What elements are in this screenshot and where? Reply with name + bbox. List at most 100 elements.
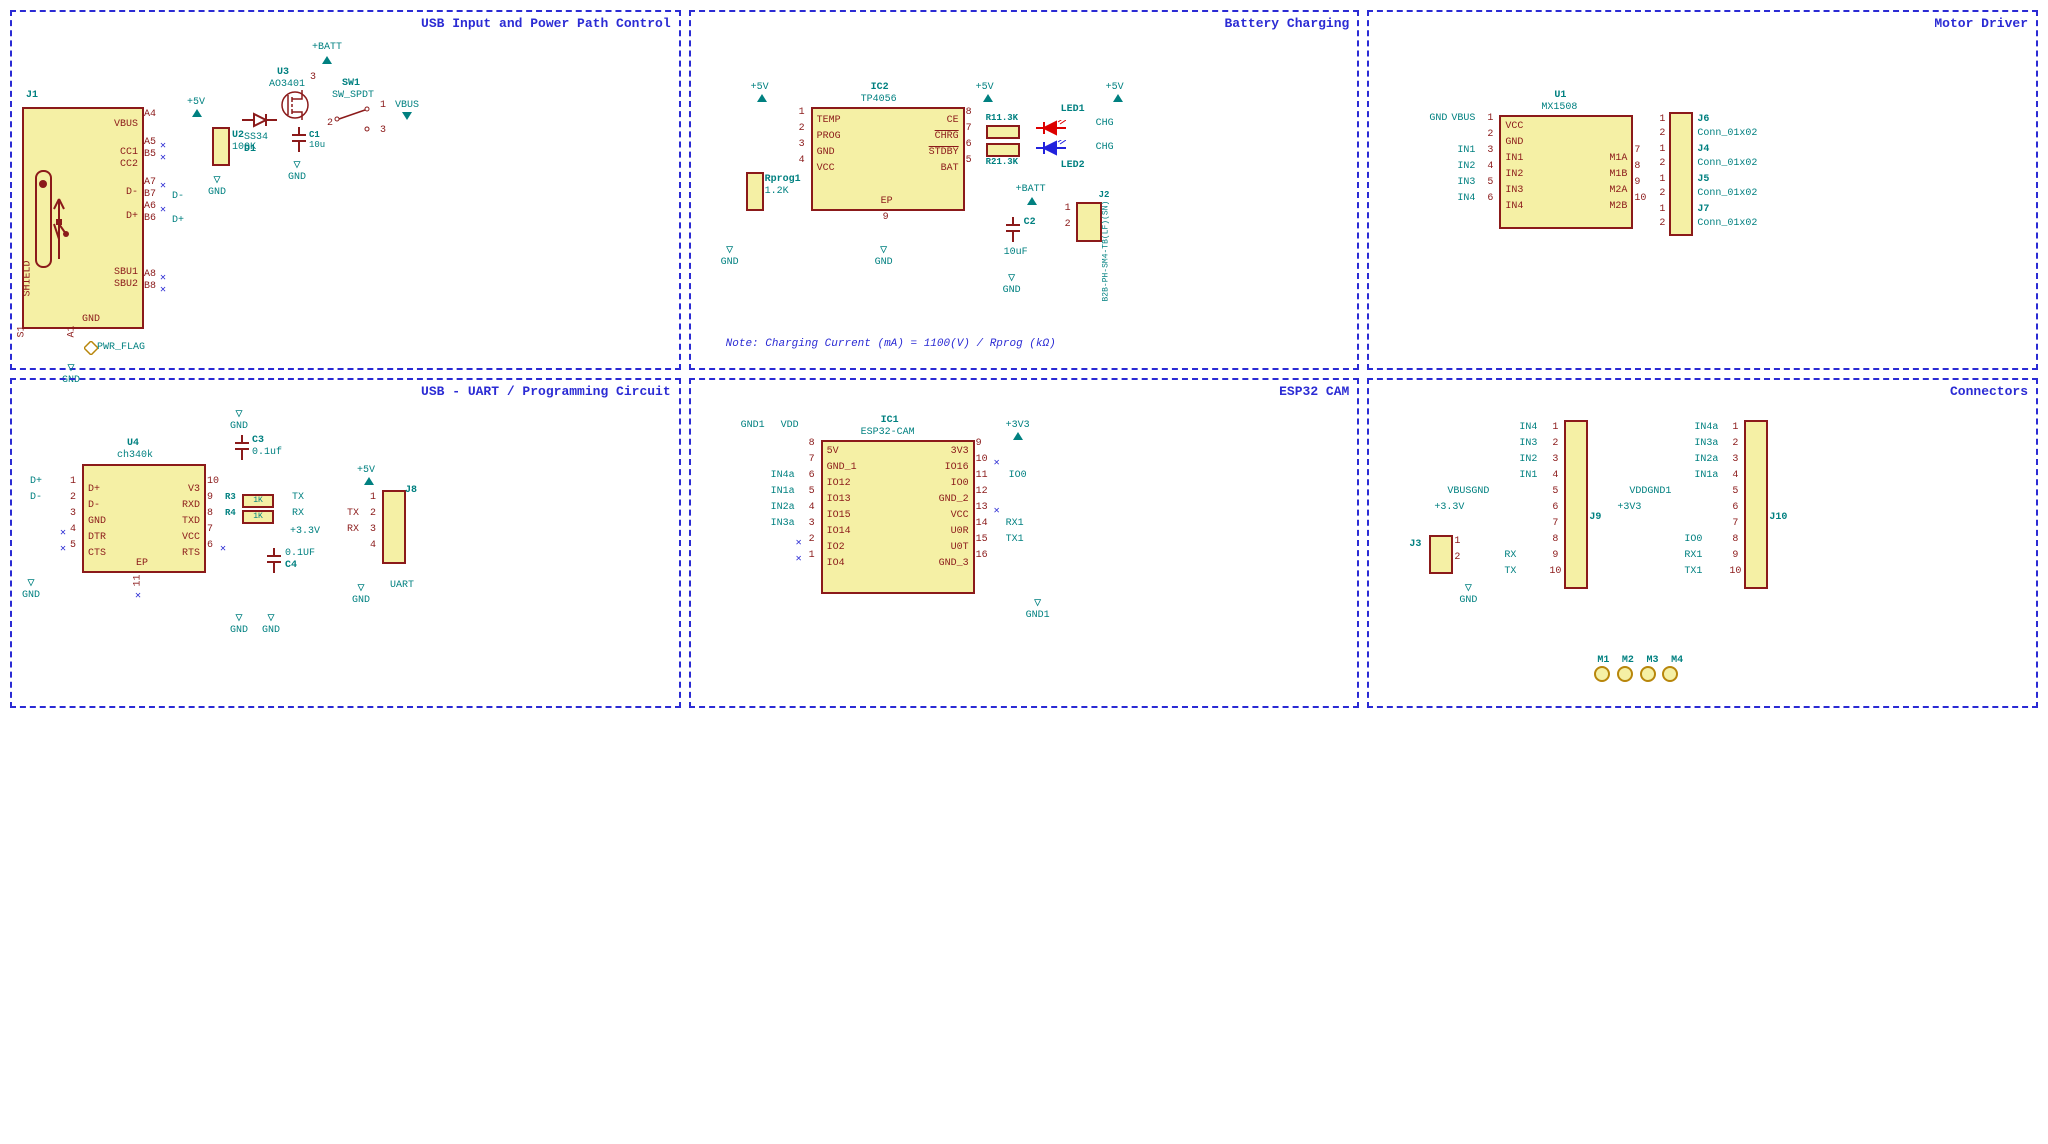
pn: 5 bbox=[809, 486, 815, 497]
p: IO4 bbox=[827, 558, 845, 569]
block-title: Motor Driver bbox=[1934, 16, 2028, 31]
pn: 1 bbox=[1659, 174, 1665, 185]
component-R2 bbox=[986, 143, 1020, 157]
block-esp32: ESP32 CAM IC1 ESP32-CAM 5V GND_1 IO12 IO… bbox=[689, 378, 1360, 708]
net: RX bbox=[1504, 550, 1516, 561]
block-usb-input: USB Input and Power Path Control J1 VBUS… bbox=[10, 10, 681, 370]
component-J9 bbox=[1564, 420, 1588, 589]
val-SW1: SW_SPDT bbox=[332, 90, 374, 101]
ref-J1: J1 bbox=[26, 90, 38, 101]
pn: 3 bbox=[1487, 145, 1493, 156]
pn: 2 bbox=[809, 534, 815, 545]
ref-R3: R3 bbox=[225, 492, 236, 502]
component-U2 bbox=[212, 127, 230, 166]
pn-a1: A1 bbox=[67, 325, 78, 337]
pin-dm: D- bbox=[126, 187, 138, 198]
pn1: 1 bbox=[799, 107, 805, 118]
net-5v: +5V bbox=[976, 82, 994, 93]
net-gnd: GND bbox=[1429, 113, 1447, 124]
power-arrow-icon bbox=[322, 56, 332, 64]
p-in1: IN1 bbox=[1505, 153, 1523, 164]
mount-pad-icon bbox=[1617, 666, 1633, 682]
led-icon bbox=[1036, 120, 1066, 136]
ref-LED2: LED2 bbox=[1061, 160, 1085, 171]
gnd-symbol: GND bbox=[1003, 270, 1021, 296]
power-arrow-icon bbox=[1013, 432, 1023, 440]
power-arrow-icon bbox=[1113, 94, 1123, 102]
component-J10 bbox=[1744, 420, 1768, 589]
net-in2: IN2 bbox=[1457, 161, 1475, 172]
p-ep: EP bbox=[136, 558, 148, 569]
net-chg: CHG bbox=[1096, 118, 1114, 129]
pin-vbus: VBUS bbox=[114, 119, 138, 130]
pn: 10 bbox=[1634, 193, 1646, 204]
ref-C1: C1 bbox=[309, 130, 320, 140]
nc-x: ✕ bbox=[796, 553, 802, 565]
ref-M4: M4 bbox=[1668, 655, 1686, 666]
net: IN4a bbox=[1694, 422, 1718, 433]
p-m2b: M2B bbox=[1609, 201, 1627, 212]
net-rx: RX bbox=[292, 508, 304, 519]
net-3v3: +3V3 bbox=[1006, 420, 1030, 431]
p: IO15 bbox=[827, 510, 851, 521]
p: IO2 bbox=[827, 542, 845, 553]
pn-b8: B8 bbox=[144, 281, 156, 292]
pn: 10 bbox=[976, 454, 988, 465]
pn: 11 bbox=[976, 470, 988, 481]
pn: 2 bbox=[70, 492, 76, 503]
pn: 4 bbox=[1552, 470, 1558, 481]
ref-J10: J10 bbox=[1769, 512, 1787, 523]
pn: 8 bbox=[1552, 534, 1558, 545]
block-title: ESP32 CAM bbox=[1279, 384, 1349, 399]
p: DTR bbox=[88, 532, 106, 543]
pn: 9 bbox=[207, 492, 213, 503]
net-in3a: IN3a bbox=[771, 518, 795, 529]
ref-M3: M3 bbox=[1644, 655, 1662, 666]
net-batt: +BATT bbox=[1016, 184, 1046, 195]
pn: 3 bbox=[809, 518, 815, 529]
pn: 1 bbox=[1454, 536, 1460, 547]
ref-U2: U2 bbox=[232, 130, 244, 141]
p: 3V3 bbox=[951, 446, 969, 457]
pn4: 4 bbox=[799, 155, 805, 166]
pn: 9 bbox=[1732, 550, 1738, 561]
mount-pad-icon bbox=[1662, 666, 1678, 682]
ref-IC2: IC2 bbox=[871, 82, 889, 93]
pn: 1 bbox=[1659, 144, 1665, 155]
p: D+ bbox=[88, 484, 100, 495]
pin-cc2: CC2 bbox=[120, 159, 138, 170]
val-U4: ch340k bbox=[117, 450, 153, 461]
p: RX bbox=[347, 524, 359, 535]
ref-J2: J2 bbox=[1099, 190, 1110, 200]
pin-cc1: CC1 bbox=[120, 147, 138, 158]
ref-Rprog1: Rprog1 bbox=[765, 174, 801, 185]
pn: 5 bbox=[1552, 486, 1558, 497]
p-temp: TEMP bbox=[817, 115, 841, 126]
capacitor-icon bbox=[235, 435, 249, 460]
p: U0R bbox=[951, 526, 969, 537]
gnd-symbol: GND bbox=[721, 242, 739, 268]
net-in4a: IN4a bbox=[771, 470, 795, 481]
p-m1b: M1B bbox=[1609, 169, 1627, 180]
p: VCC bbox=[951, 510, 969, 521]
p: GND_3 bbox=[939, 558, 969, 569]
ref-J3: J3 bbox=[1409, 539, 1421, 550]
component-U1: VCC GND IN1 IN2 IN3 IN4 M1A M1B M2A M2B bbox=[1499, 115, 1633, 229]
p-chrg: CHRG bbox=[935, 131, 959, 142]
pn: 4 bbox=[1487, 161, 1493, 172]
component-R4: 1K bbox=[242, 510, 274, 524]
net-in4: IN4 bbox=[1457, 193, 1475, 204]
pn-b6: B6 bbox=[144, 213, 156, 224]
net-5v: +5V bbox=[187, 97, 205, 108]
p: GND bbox=[88, 516, 106, 527]
nc-x: ✕ bbox=[160, 152, 166, 164]
nc-x: ✕ bbox=[160, 272, 166, 284]
net: +3V3 bbox=[1617, 502, 1641, 513]
val-IC1: ESP32-CAM bbox=[861, 427, 915, 438]
pn6: 6 bbox=[966, 139, 972, 150]
p-gnd: GND bbox=[1505, 137, 1523, 148]
mosfet-icon bbox=[280, 90, 310, 120]
pn: 16 bbox=[976, 550, 988, 561]
pn: 4 bbox=[1732, 470, 1738, 481]
net-tx1: TX1 bbox=[1006, 534, 1024, 545]
